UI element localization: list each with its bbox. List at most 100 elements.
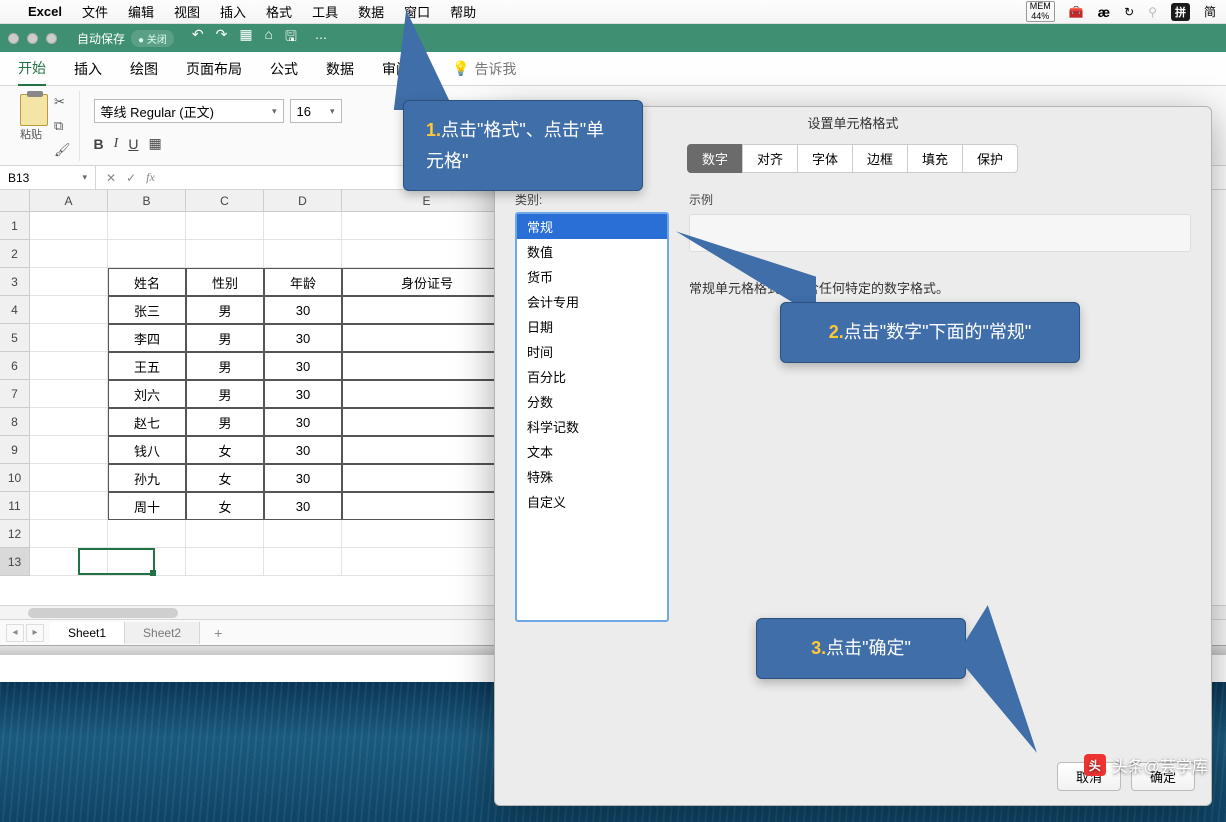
cancel-formula-icon[interactable]: ✕ bbox=[106, 171, 116, 185]
cell[interactable] bbox=[108, 548, 186, 576]
redo-icon[interactable]: ↷ bbox=[216, 26, 228, 50]
cell[interactable] bbox=[108, 212, 186, 240]
cell[interactable] bbox=[186, 212, 264, 240]
cell[interactable]: 男 bbox=[186, 324, 264, 352]
row-header-4[interactable]: 4 bbox=[0, 296, 30, 324]
cell[interactable] bbox=[264, 212, 342, 240]
sheet-tab-2[interactable]: Sheet2 bbox=[125, 622, 200, 644]
home-icon[interactable]: ⌂ bbox=[265, 26, 273, 50]
menu-help[interactable]: 帮助 bbox=[450, 2, 476, 21]
tab-draw[interactable]: 绘图 bbox=[130, 53, 158, 85]
row-header-13[interactable]: 13 bbox=[0, 548, 30, 576]
cell[interactable]: 男 bbox=[186, 296, 264, 324]
ae-icon[interactable]: æ bbox=[1098, 4, 1110, 20]
cell[interactable]: 30 bbox=[264, 352, 342, 380]
input-method-icon[interactable]: 拼 bbox=[1171, 3, 1190, 21]
tab-layout[interactable]: 页面布局 bbox=[186, 53, 242, 85]
cell[interactable] bbox=[264, 548, 342, 576]
cell[interactable] bbox=[342, 352, 512, 380]
sheet-nav-last[interactable]: ▸ bbox=[26, 624, 44, 642]
name-box[interactable]: B13▾ bbox=[0, 166, 96, 189]
font-size-select[interactable]: 16▾ bbox=[290, 99, 342, 123]
row-header-12[interactable]: 12 bbox=[0, 520, 30, 548]
toolbox-icon[interactable]: 🧰 bbox=[1069, 5, 1084, 19]
dialog-tab-number[interactable]: 数字 bbox=[687, 144, 743, 173]
menu-file[interactable]: 文件 bbox=[82, 2, 108, 21]
cell[interactable] bbox=[342, 212, 512, 240]
cell[interactable]: 年龄 bbox=[264, 268, 342, 296]
sheet-nav-first[interactable]: ◂ bbox=[6, 624, 24, 642]
cell[interactable]: 30 bbox=[264, 464, 342, 492]
category-item[interactable]: 特殊 bbox=[517, 464, 667, 489]
italic-button[interactable]: I bbox=[114, 136, 119, 152]
cell[interactable] bbox=[186, 240, 264, 268]
menu-edit[interactable]: 编辑 bbox=[128, 2, 154, 21]
cell[interactable]: 姓名 bbox=[108, 268, 186, 296]
cell[interactable] bbox=[30, 212, 108, 240]
row-header-5[interactable]: 5 bbox=[0, 324, 30, 352]
row-header-8[interactable]: 8 bbox=[0, 408, 30, 436]
category-item[interactable]: 日期 bbox=[517, 314, 667, 339]
category-list[interactable]: 常规数值货币会计专用日期时间百分比分数科学记数文本特殊自定义 bbox=[515, 212, 669, 622]
cell[interactable] bbox=[186, 520, 264, 548]
cell[interactable]: 男 bbox=[186, 408, 264, 436]
column-headers[interactable]: ABCDE bbox=[30, 190, 512, 212]
cell[interactable]: 张三 bbox=[108, 296, 186, 324]
cell[interactable] bbox=[342, 548, 512, 576]
bluetooth-icon[interactable]: ⚲ bbox=[1148, 5, 1157, 19]
cell[interactable]: 男 bbox=[186, 380, 264, 408]
cell[interactable] bbox=[108, 520, 186, 548]
dialog-tab-align[interactable]: 对齐 bbox=[742, 144, 798, 173]
col-header-B[interactable]: B bbox=[108, 190, 186, 212]
cell[interactable] bbox=[30, 436, 108, 464]
row-header-11[interactable]: 11 bbox=[0, 492, 30, 520]
cell[interactable] bbox=[108, 240, 186, 268]
cell[interactable]: 30 bbox=[264, 296, 342, 324]
cell[interactable]: 30 bbox=[264, 492, 342, 520]
cell[interactable] bbox=[342, 492, 512, 520]
menu-tools[interactable]: 工具 bbox=[312, 2, 338, 21]
category-item[interactable]: 会计专用 bbox=[517, 289, 667, 314]
dialog-tab-border[interactable]: 边框 bbox=[852, 144, 908, 173]
cell[interactable]: 男 bbox=[186, 352, 264, 380]
cell[interactable] bbox=[342, 520, 512, 548]
cell[interactable] bbox=[264, 240, 342, 268]
menubar-app[interactable]: Excel bbox=[28, 4, 62, 19]
cell[interactable] bbox=[342, 464, 512, 492]
cell[interactable] bbox=[30, 548, 108, 576]
menu-format[interactable]: 格式 bbox=[266, 2, 292, 21]
col-header-A[interactable]: A bbox=[30, 190, 108, 212]
format-painter-icon[interactable]: 🖌 bbox=[54, 142, 71, 158]
cell[interactable]: 刘六 bbox=[108, 380, 186, 408]
cell[interactable] bbox=[342, 324, 512, 352]
cell[interactable]: 30 bbox=[264, 408, 342, 436]
category-item[interactable]: 时间 bbox=[517, 339, 667, 364]
add-sheet-button[interactable]: + bbox=[200, 625, 236, 641]
cell[interactable] bbox=[342, 240, 512, 268]
cell[interactable]: 孙九 bbox=[108, 464, 186, 492]
cell[interactable]: 王五 bbox=[108, 352, 186, 380]
dialog-tab-protect[interactable]: 保护 bbox=[962, 144, 1018, 173]
save-icon[interactable]: ▦ bbox=[239, 26, 252, 50]
cell[interactable] bbox=[30, 296, 108, 324]
menu-view[interactable]: 视图 bbox=[174, 2, 200, 21]
cell[interactable] bbox=[30, 268, 108, 296]
cell[interactable]: 性别 bbox=[186, 268, 264, 296]
cell[interactable] bbox=[342, 380, 512, 408]
cell[interactable]: 钱八 bbox=[108, 436, 186, 464]
dialog-tab-fill[interactable]: 填充 bbox=[907, 144, 963, 173]
cell[interactable] bbox=[186, 548, 264, 576]
cells-grid[interactable]: 姓名性别年龄身份证号张三男30李四男30王五男30刘六男30赵七男30钱八女30… bbox=[30, 212, 512, 576]
cell[interactable]: 身份证号 bbox=[342, 268, 512, 296]
cell[interactable] bbox=[30, 492, 108, 520]
cell[interactable]: 30 bbox=[264, 436, 342, 464]
font-family-select[interactable]: 等线 Regular (正文)▾ bbox=[94, 99, 284, 123]
fx-icon[interactable]: fx bbox=[146, 170, 155, 185]
underline-button[interactable]: U bbox=[128, 136, 138, 152]
category-item[interactable]: 数值 bbox=[517, 239, 667, 264]
cell[interactable] bbox=[264, 520, 342, 548]
row-header-10[interactable]: 10 bbox=[0, 464, 30, 492]
menu-insert[interactable]: 插入 bbox=[220, 2, 246, 21]
cell[interactable] bbox=[30, 464, 108, 492]
cell[interactable]: 赵七 bbox=[108, 408, 186, 436]
